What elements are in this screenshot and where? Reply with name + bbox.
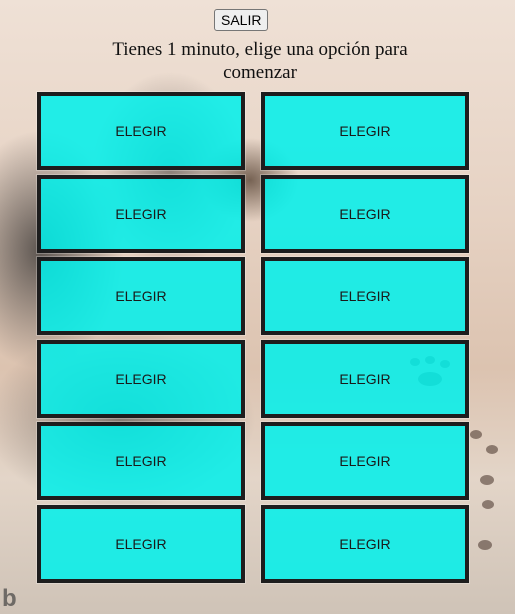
options-grid: ELEGIR ELEGIR ELEGIR ELEGIR ELEGIR ELEGI… [36, 91, 470, 584]
choose-button[interactable]: ELEGIR [36, 503, 246, 584]
choose-button[interactable]: ELEGIR [260, 91, 470, 171]
paw-print-decoration [470, 430, 482, 439]
paw-print-decoration [482, 500, 494, 509]
paw-print-decoration [480, 475, 494, 485]
choose-button[interactable]: ELEGIR [36, 256, 246, 337]
choose-button[interactable]: ELEGIR [260, 503, 470, 584]
choose-button[interactable]: ELEGIR [36, 338, 246, 419]
paw-print-decoration [486, 445, 498, 454]
choose-button[interactable]: ELEGIR [260, 173, 470, 254]
choose-button[interactable]: ELEGIR [260, 338, 470, 419]
bing-logo-icon: b [2, 585, 17, 612]
choose-button[interactable]: ELEGIR [36, 421, 246, 502]
choose-button[interactable]: ELEGIR [36, 173, 246, 254]
instruction-text: Tienes 1 minuto, elige una opción para c… [112, 39, 408, 83]
choose-button[interactable]: ELEGIR [260, 256, 470, 337]
exit-button[interactable]: SALIR [214, 9, 269, 31]
choose-button[interactable]: ELEGIR [36, 91, 246, 171]
choose-button[interactable]: ELEGIR [260, 421, 470, 502]
paw-print-decoration [478, 540, 492, 550]
